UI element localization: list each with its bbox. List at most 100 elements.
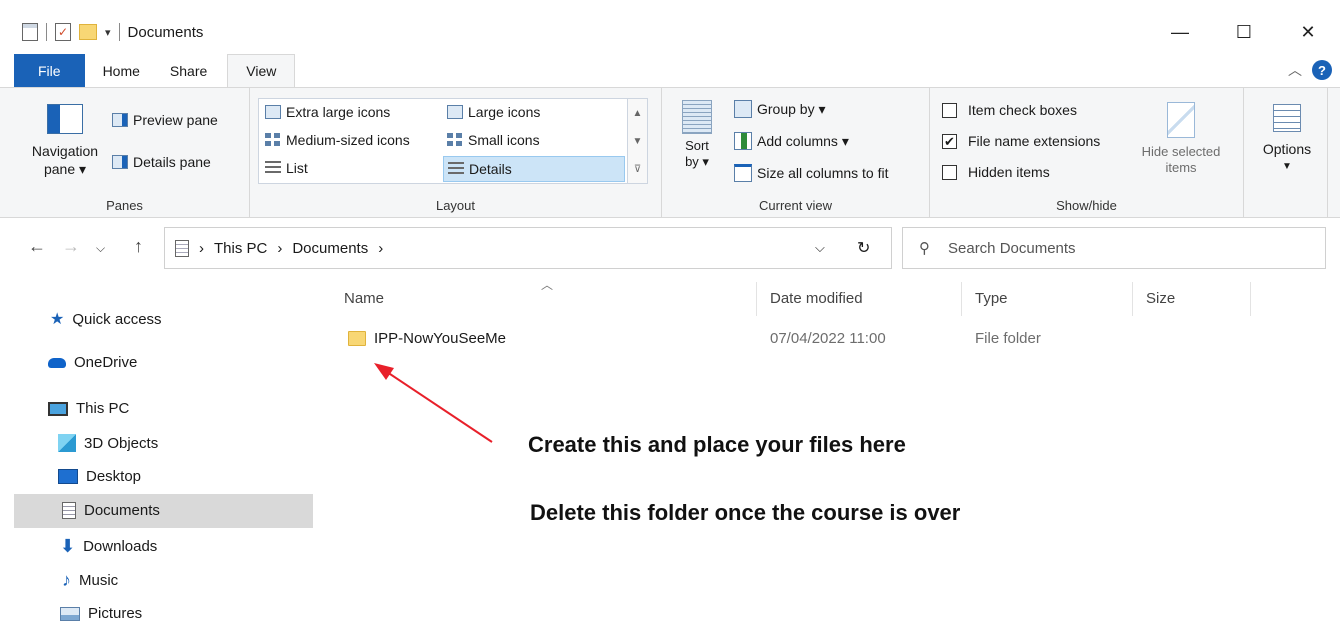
up-button[interactable]: ↑ xyxy=(134,236,143,257)
hidden-items-checkbox[interactable] xyxy=(942,164,957,180)
size-columns-label: Size all columns to fit xyxy=(757,165,889,181)
layout-option-label: List xyxy=(286,160,308,176)
file-name-extensions-toggle[interactable]: ✔ File name extensions xyxy=(942,133,1100,149)
ribbon: Navigation pane ▾ Preview pane Details p… xyxy=(0,87,1340,218)
window-title: Documents xyxy=(127,23,204,41)
group-by-icon xyxy=(734,100,752,118)
layout-large-icons[interactable]: Large icons xyxy=(447,104,540,120)
computer-icon xyxy=(48,401,68,416)
size-columns-button[interactable]: Size all columns to fit xyxy=(734,164,889,182)
close-button[interactable]: ✕ xyxy=(1276,14,1340,50)
file-type: File folder xyxy=(975,330,1041,347)
column-header-date-modified[interactable]: Date modified xyxy=(770,290,863,307)
details-pane-button[interactable]: Details pane xyxy=(112,154,211,170)
column-separator[interactable] xyxy=(756,282,757,316)
panes-group: Navigation pane ▾ Preview pane Details p… xyxy=(0,88,250,217)
options-group: Options ▼ xyxy=(1244,88,1328,217)
column-separator[interactable] xyxy=(961,282,962,316)
recent-locations-button[interactable]: ⌵ xyxy=(96,241,105,256)
nav-item-desktop[interactable]: Desktop xyxy=(58,468,141,485)
layout-gallery-scroll[interactable]: ▲ ▼ ⊽ xyxy=(628,98,648,184)
nav-item-label: Downloads xyxy=(83,538,158,555)
options-button[interactable]: Options ▼ xyxy=(1252,104,1322,176)
help-icon[interactable]: ? xyxy=(1312,60,1332,80)
hidden-items-label: Hidden items xyxy=(968,164,1050,180)
current-view-group: Sort by ▾ Group by ▾ Add columns ▾ Size … xyxy=(662,88,930,217)
add-columns-button[interactable]: Add columns ▾ xyxy=(734,132,849,150)
preview-pane-icon xyxy=(112,113,128,127)
refresh-icon[interactable]: ↻ xyxy=(857,238,870,258)
nav-item-downloads[interactable]: ⬇ Downloads xyxy=(60,536,157,557)
column-header-size[interactable]: Size xyxy=(1146,290,1175,307)
maximize-button[interactable]: ☐ xyxy=(1212,14,1276,50)
more-layouts-icon[interactable]: ⊽ xyxy=(634,164,641,175)
tab-file[interactable]: File xyxy=(14,54,85,87)
nav-item-this-pc[interactable]: This PC xyxy=(48,400,129,417)
layout-details[interactable]: Details xyxy=(443,156,625,182)
group-by-button[interactable]: Group by ▾ xyxy=(734,100,826,118)
annotation-delete-folder: Delete this folder once the course is ov… xyxy=(530,500,961,525)
add-columns-icon xyxy=(734,132,752,150)
new-folder-icon[interactable] xyxy=(79,24,97,40)
nav-item-3d-objects[interactable]: 3D Objects xyxy=(58,434,158,452)
tab-view[interactable]: View xyxy=(227,54,296,87)
checkmark-icon[interactable]: ✓ xyxy=(55,23,71,41)
details-pane-label: Details pane xyxy=(133,154,211,170)
column-separator[interactable] xyxy=(1132,282,1133,316)
breadcrumb-documents[interactable]: Documents xyxy=(292,240,368,257)
hide-selected-items-button[interactable]: Hide selected items xyxy=(1128,102,1234,176)
nav-item-pictures[interactable]: Pictures xyxy=(60,605,142,622)
scroll-up-icon[interactable]: ▲ xyxy=(633,108,643,119)
preview-pane-label: Preview pane xyxy=(133,112,218,128)
hide-selected-label: Hide selected items xyxy=(1141,144,1221,175)
scroll-down-icon[interactable]: ▼ xyxy=(633,136,643,147)
layout-extra-large-icons[interactable]: Extra large icons xyxy=(265,104,390,120)
column-header-type[interactable]: Type xyxy=(975,290,1008,307)
address-bar[interactable]: › This PC › Documents › ⌵ ↻ xyxy=(164,227,892,269)
tab-share[interactable]: Share xyxy=(158,54,227,87)
minimize-button[interactable]: — xyxy=(1148,14,1212,50)
address-dropdown-icon[interactable]: ⌵ xyxy=(815,240,825,256)
search-icon: ⚲ xyxy=(919,240,930,257)
nav-item-music[interactable]: ♪ Music xyxy=(62,570,118,591)
hidden-items-toggle[interactable]: Hidden items xyxy=(942,164,1050,180)
column-header-name[interactable]: Name xyxy=(344,290,384,307)
extra-large-icons-icon xyxy=(265,105,281,119)
properties-icon[interactable] xyxy=(22,23,38,41)
nav-item-quick-access[interactable]: ★ Quick access xyxy=(50,309,162,329)
customize-toolbar-icon[interactable]: ▾ xyxy=(105,26,111,39)
tab-home[interactable]: Home xyxy=(85,54,158,87)
collapse-ribbon-icon[interactable]: ︿ xyxy=(1288,60,1302,80)
navigation-pane-button[interactable]: Navigation pane ▾ xyxy=(22,104,108,178)
layout-list[interactable]: List xyxy=(265,160,308,176)
small-icons-icon xyxy=(447,133,463,147)
table-row[interactable]: IPP-NowYouSeeMe 07/04/2022 11:00 File fo… xyxy=(330,326,1250,352)
preview-pane-button[interactable]: Preview pane xyxy=(112,112,218,128)
item-check-boxes-toggle[interactable]: Item check boxes xyxy=(942,102,1077,118)
title-bar: ✓ ▾ Documents — ☐ ✕ xyxy=(0,0,1340,58)
nav-item-documents[interactable]: Documents xyxy=(62,502,160,519)
layout-medium-icons[interactable]: Medium-sized icons xyxy=(265,132,410,148)
sort-by-button[interactable]: Sort by ▾ xyxy=(672,100,722,170)
nav-item-label: 3D Objects xyxy=(84,434,159,452)
file-name: IPP-NowYouSeeMe xyxy=(374,330,507,347)
music-icon: ♪ xyxy=(62,570,71,590)
navigation-pane: ★ Quick access OneDrive This PC 3D Objec… xyxy=(0,290,314,639)
add-columns-label: Add columns ▾ xyxy=(757,132,849,149)
breadcrumb-separator: › xyxy=(199,239,204,257)
details-icon xyxy=(448,162,464,176)
breadcrumb-this-pc[interactable]: This PC xyxy=(214,240,267,257)
navigation-pane-icon xyxy=(47,104,83,134)
file-name-extensions-checkbox[interactable]: ✔ xyxy=(942,133,957,149)
layout-option-label: Details xyxy=(469,161,512,177)
sort-by-icon xyxy=(682,100,712,134)
item-check-boxes-checkbox[interactable] xyxy=(942,102,957,118)
nav-item-onedrive[interactable]: OneDrive xyxy=(48,354,137,371)
layout-small-icons[interactable]: Small icons xyxy=(447,132,540,148)
search-input[interactable]: Search Documents xyxy=(948,240,1076,257)
back-button[interactable]: ← xyxy=(28,236,46,257)
search-box[interactable]: ⚲ Search Documents xyxy=(902,227,1326,269)
nav-item-label: Pictures xyxy=(88,605,143,622)
forward-button[interactable]: → xyxy=(62,236,80,257)
column-separator[interactable] xyxy=(1250,282,1251,316)
